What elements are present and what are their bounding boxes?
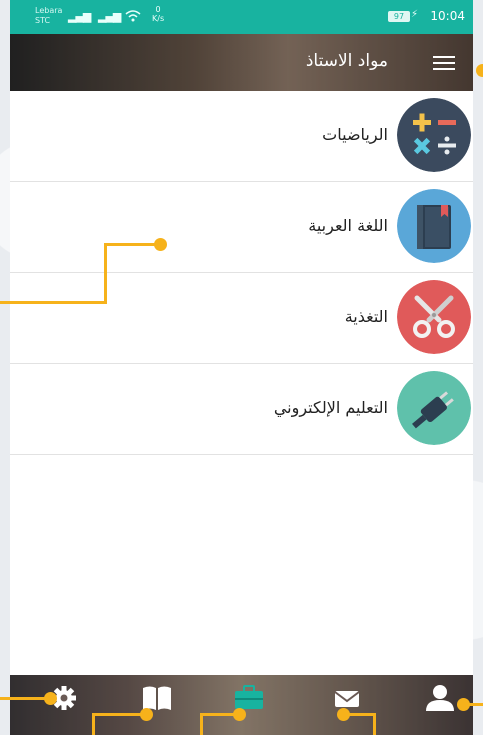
clock: 10:04 (430, 9, 465, 23)
annotation-dot (154, 238, 167, 251)
annotation-line (373, 713, 376, 735)
subject-label: اللغة العربية (308, 216, 388, 235)
battery-indicator: 97 (388, 11, 410, 22)
bottom-navigation (10, 675, 473, 735)
list-item-elearning[interactable]: التعليم الإلكتروني (10, 364, 473, 455)
status-bar: Lebara STC ▂▄▆ ▂▄▆ 0 K/s 97 ⚡ 10:04 (10, 0, 473, 34)
signal-icon: ▂▄▆ (98, 10, 121, 23)
carrier-top: Lebara (35, 6, 63, 15)
annotation-dot (140, 708, 153, 721)
list-item-nutrition[interactable]: التغذية (10, 273, 473, 364)
scissors-icon (397, 280, 471, 354)
annotation-dot (233, 708, 246, 721)
subject-list: الرياضيات اللغة العربية التغذية التعليم … (10, 91, 473, 455)
annotation-dot (457, 698, 470, 711)
carrier-bottom: STC (35, 16, 51, 25)
annotation-line (104, 243, 107, 304)
plug-icon (397, 371, 471, 445)
annotation-line (200, 713, 203, 735)
book-icon (397, 189, 471, 263)
wifi-icon (125, 10, 141, 25)
annotation-line (200, 713, 237, 716)
annotation-dot (337, 708, 350, 721)
charging-icon: ⚡ (410, 9, 418, 20)
annotation-dot (44, 692, 57, 705)
subject-label: التعليم الإلكتروني (273, 398, 388, 417)
list-item-math[interactable]: الرياضيات (10, 91, 473, 182)
annotation-dot (476, 64, 483, 77)
math-operators-icon (397, 98, 471, 172)
subject-label: الرياضيات (322, 125, 388, 144)
page-title: مواد الاستاذ (305, 51, 388, 71)
signal-icon: ▂▄▆ (68, 10, 91, 23)
annotation-line (92, 713, 95, 735)
annotation-line (0, 301, 107, 304)
app-header: مواد الاستاذ (10, 34, 473, 91)
phone-screen: Lebara STC ▂▄▆ ▂▄▆ 0 K/s 97 ⚡ 10:04 مواد … (10, 0, 473, 735)
list-item-arabic[interactable]: اللغة العربية (10, 182, 473, 273)
subject-label: التغذية (344, 307, 388, 326)
user-icon[interactable] (422, 683, 458, 713)
data-speed: 0 K/s (152, 5, 165, 23)
annotation-line (104, 243, 160, 246)
hamburger-menu-icon[interactable] (433, 56, 455, 70)
annotation-line (92, 713, 144, 716)
annotation-line (0, 697, 48, 700)
carrier-info: Lebara STC (35, 6, 62, 26)
